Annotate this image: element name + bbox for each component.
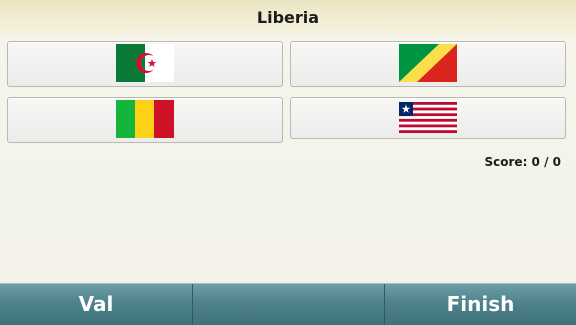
score-label: Score: 0 / 0 <box>484 155 561 169</box>
softkey-bar: Val Finish <box>0 283 576 325</box>
flag-option-congo[interactable] <box>290 41 566 87</box>
flag-option-algeria[interactable] <box>7 41 283 87</box>
mali-flag-icon <box>116 100 174 138</box>
flag-option-mali[interactable] <box>7 97 283 143</box>
algeria-flag-icon <box>116 44 174 82</box>
liberia-flag-icon <box>399 102 457 133</box>
val-button[interactable]: Val <box>0 284 192 325</box>
congo-flag-icon <box>399 44 457 82</box>
middle-softkey[interactable] <box>193 284 384 325</box>
country-title: Liberia <box>0 0 576 36</box>
finish-button[interactable]: Finish <box>385 284 576 325</box>
flag-option-liberia[interactable] <box>290 97 566 139</box>
